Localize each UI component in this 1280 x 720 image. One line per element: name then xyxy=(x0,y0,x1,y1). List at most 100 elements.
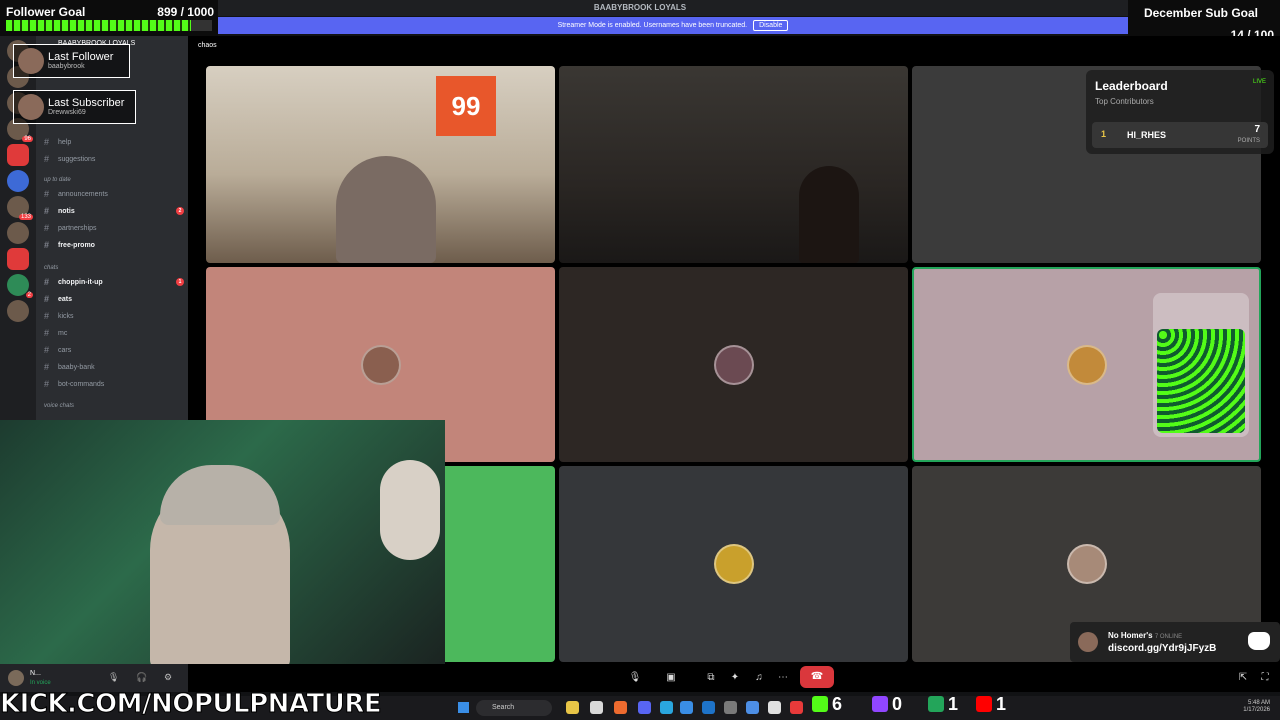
channel-choppin-it-up[interactable]: # choppin-it-up 1 xyxy=(44,276,184,288)
app-icon[interactable] xyxy=(614,701,627,714)
follower-goal-label: Follower Goal xyxy=(6,5,86,19)
channel-label: help xyxy=(58,138,72,146)
avatar xyxy=(18,48,44,74)
hash-icon: # xyxy=(44,294,50,304)
channel-free-promo[interactable]: # free-promo xyxy=(44,239,184,251)
avatar xyxy=(18,94,44,120)
channel-label: eats xyxy=(58,295,73,303)
hash-icon: # xyxy=(44,206,50,216)
youtube-count: 1 xyxy=(996,693,1007,714)
last-subscriber-title: Last Subscriber xyxy=(48,97,125,109)
streamer-mode-banner: Streamer Mode is enabled. Usernames have… xyxy=(218,17,1128,34)
taskbar-search[interactable]: Search xyxy=(476,700,552,716)
participant-video xyxy=(799,166,859,263)
windows-start-icon[interactable] xyxy=(458,702,469,713)
voice-channel-name: chaos xyxy=(198,42,217,49)
disconnect-button[interactable]: ☎ xyxy=(800,666,834,688)
app-icon[interactable] xyxy=(746,701,759,714)
activities-icon[interactable]: ✦ xyxy=(726,669,744,687)
app-icon[interactable] xyxy=(566,701,579,714)
video-tile[interactable] xyxy=(559,267,908,462)
channel-cars[interactable]: # cars xyxy=(44,344,184,356)
server-icon[interactable]: 2 xyxy=(7,274,33,298)
discord-logo-icon xyxy=(1248,632,1270,650)
video-tile[interactable] xyxy=(559,466,908,662)
channel-notis[interactable]: # notis 2 xyxy=(44,205,184,217)
server-icon[interactable] xyxy=(7,144,29,166)
streamer-webcam xyxy=(0,420,445,672)
invite-link[interactable]: discord.gg/Ydr9jJFyzB xyxy=(1108,643,1216,654)
follower-goal-count: 899 / 1000 xyxy=(157,5,214,19)
jersey: 99 xyxy=(436,76,496,136)
popout-icon[interactable]: ⇱ xyxy=(1234,669,1252,687)
app-icon[interactable] xyxy=(590,701,603,714)
unread-badge: 2 xyxy=(25,292,33,298)
channel-kicks[interactable]: # kicks xyxy=(44,310,184,322)
gear-icon[interactable]: ⚙ xyxy=(164,672,172,683)
headphones-icon[interactable]: 🎧 xyxy=(136,672,147,683)
app-icon[interactable] xyxy=(680,701,693,714)
category-voice-chats[interactable]: voice chats xyxy=(44,403,74,409)
user-panel: N... In voice 🎙 🎧 ⚙ xyxy=(0,664,188,692)
leaderboard-points: 7 xyxy=(1254,124,1260,135)
kick-viewers: 6 xyxy=(812,694,842,714)
video-tile-speaking[interactable] xyxy=(912,267,1261,462)
unread-badge: 1 xyxy=(176,278,184,286)
invite-online: 7 ONLINE xyxy=(1154,634,1183,640)
fullscreen-icon[interactable]: ⛶ xyxy=(1256,669,1274,687)
channel-announcements[interactable]: # announcements xyxy=(44,188,184,200)
system-clock[interactable]: 5:48 AM 1/17/2026 xyxy=(1243,700,1270,714)
soundboard-icon[interactable]: ♫ xyxy=(750,669,768,687)
app-icon[interactable] xyxy=(638,701,651,714)
twitch-viewers: 0 xyxy=(872,694,902,714)
hash-icon: # xyxy=(44,137,50,147)
app-icon[interactable] xyxy=(702,701,715,714)
app-icon[interactable] xyxy=(660,701,673,714)
unread-badge: 133 xyxy=(18,214,33,220)
server-icon[interactable] xyxy=(7,300,29,322)
participant-avatar xyxy=(713,544,754,584)
server-icon[interactable] xyxy=(7,222,29,244)
category-chats[interactable]: chats xyxy=(44,265,58,271)
app-icon[interactable] xyxy=(790,701,803,714)
channel-baaby-bank[interactable]: # baaby-bank xyxy=(44,361,184,373)
server-icon[interactable]: 133 xyxy=(7,196,33,220)
follower-goal-fill xyxy=(6,20,192,31)
channel-mc[interactable]: # mc xyxy=(44,327,184,339)
channel-help[interactable]: # help xyxy=(44,136,184,148)
webcam-hat xyxy=(160,465,280,525)
hash-icon: # xyxy=(44,328,50,338)
channel-bot-commands[interactable]: # bot-commands xyxy=(44,378,184,390)
disable-button[interactable]: Disable xyxy=(753,20,789,31)
channel-label: announcements xyxy=(58,190,108,198)
channel-label: cars xyxy=(58,346,72,354)
camera-icon[interactable]: ▣ xyxy=(662,669,680,687)
channel-partnerships[interactable]: # partnerships xyxy=(44,222,184,234)
app-icon[interactable] xyxy=(768,701,781,714)
more-icon[interactable]: ⋯ xyxy=(774,669,792,687)
server-icon[interactable] xyxy=(7,170,29,192)
app-icon[interactable] xyxy=(724,701,737,714)
channel-eats[interactable]: # eats xyxy=(44,293,184,305)
avatar[interactable] xyxy=(8,670,24,686)
clock-time: 5:48 AM xyxy=(1247,700,1270,706)
live-indicator: LIVE xyxy=(1252,79,1266,85)
last-follower-title: Last Follower xyxy=(48,51,114,63)
leaderboard-rank: 1 xyxy=(1101,129,1107,139)
kick-count: 6 xyxy=(832,693,843,714)
youtube-icon xyxy=(976,696,992,712)
channel-label: bot-commands xyxy=(58,380,105,388)
screenshare-icon[interactable]: ⧉ xyxy=(702,669,720,687)
video-tile[interactable] xyxy=(559,66,908,263)
banner-text: Streamer Mode is enabled. Usernames have… xyxy=(557,22,748,29)
follower-goal-bar xyxy=(6,20,212,31)
channel-suggestions[interactable]: # suggestions xyxy=(44,153,184,165)
server-icon[interactable] xyxy=(7,248,29,270)
category-up-to-date[interactable]: up to date xyxy=(44,177,71,183)
mic-icon[interactable]: 🎙 xyxy=(108,672,119,683)
leaderboard-name: HI_RHES xyxy=(1127,130,1167,140)
username: N... xyxy=(30,670,41,677)
kick-alt-count: 1 xyxy=(948,693,959,714)
mic-icon[interactable]: 🎙 xyxy=(626,669,644,687)
video-tile[interactable]: 99 xyxy=(206,66,555,263)
